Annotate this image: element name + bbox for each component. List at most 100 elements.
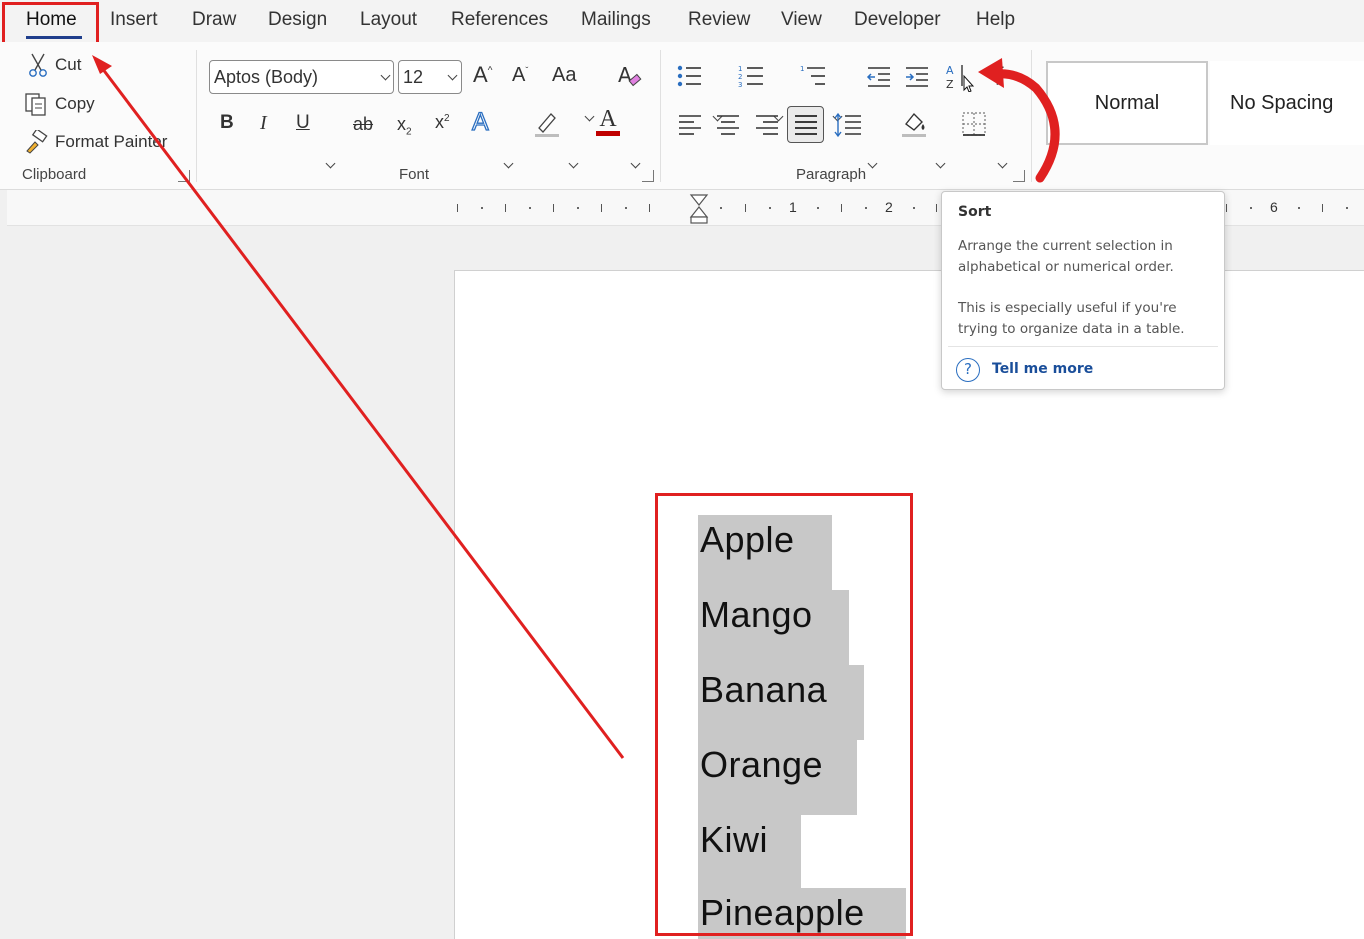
group-separator (196, 50, 197, 182)
svg-text:A: A (618, 63, 632, 87)
help-icon[interactable]: ? (956, 358, 980, 382)
paragraph-group-label: Paragraph (796, 166, 867, 183)
tab-insert[interactable]: Insert (110, 9, 158, 31)
chevron-down-icon[interactable] (584, 111, 595, 122)
decrease-indent-icon[interactable] (866, 66, 892, 88)
tab-mailings[interactable]: Mailings (581, 9, 651, 31)
clear-formatting-button[interactable]: A (616, 62, 644, 90)
indent-marker-icon[interactable] (689, 193, 709, 225)
chevron-down-icon[interactable] (935, 158, 946, 169)
align-left-icon[interactable] (678, 114, 702, 136)
ruler-tick (745, 204, 746, 212)
highlight-color-button[interactable] (533, 110, 561, 138)
ruler-dot (1250, 207, 1252, 209)
align-right-icon[interactable] (755, 114, 779, 136)
copy-icon (25, 93, 46, 116)
highlighter-icon (535, 113, 559, 137)
align-center-icon[interactable] (716, 114, 740, 136)
chevron-down-icon[interactable] (997, 158, 1008, 169)
shrink-font-icon: Aˇ (512, 64, 529, 86)
ruler-number: 6 (1270, 199, 1278, 215)
bold-icon: B (220, 112, 234, 133)
tab-help[interactable]: Help (976, 9, 1015, 31)
font-group-label: Font (399, 166, 430, 183)
shrink-font-button[interactable]: Aˇ (512, 64, 528, 87)
svg-text:3: 3 (738, 81, 742, 88)
text-effects-icon: A (471, 107, 489, 136)
tab-review[interactable]: Review (688, 9, 750, 31)
bold-button[interactable]: B (220, 112, 234, 134)
style-normal[interactable]: Normal (1046, 61, 1208, 145)
font-size-dropdown[interactable]: 12 (398, 60, 462, 94)
format-painter-button[interactable]: Format Painter (24, 130, 167, 154)
grow-font-icon: A^ (473, 62, 493, 87)
underline-button[interactable]: U (296, 112, 310, 134)
svg-text:1: 1 (738, 65, 742, 73)
font-launcher-icon[interactable] (642, 170, 654, 182)
sort-icon[interactable]: A Z (944, 62, 978, 92)
line-spacing-icon[interactable] (834, 112, 862, 138)
paintbrush-icon (26, 130, 48, 154)
style-no-spacing[interactable]: No Spacing (1210, 61, 1364, 145)
show-formatting-button[interactable]: ¶ (992, 62, 1004, 88)
svg-text:A: A (946, 64, 954, 77)
copy-label: Copy (55, 94, 95, 113)
tab-developer[interactable]: Developer (854, 9, 941, 31)
subscript-button[interactable]: x2 (397, 114, 412, 138)
tooltip-title: Sort (958, 204, 992, 220)
group-separator (1031, 50, 1032, 182)
tab-references[interactable]: References (451, 9, 548, 31)
subscript-icon: x2 (397, 114, 412, 138)
style-normal-label: Normal (1094, 91, 1160, 114)
borders-icon[interactable] (962, 112, 988, 138)
grow-font-button[interactable]: A^ (473, 62, 492, 88)
ribbon-tabs: Home Insert Draw Design Layout Reference… (0, 0, 1364, 42)
clipboard-launcher-icon[interactable] (178, 170, 190, 182)
multilevel-list-icon[interactable]: 1 (800, 64, 826, 88)
tab-design[interactable]: Design (268, 9, 327, 31)
sort-tooltip: Sort Arrange the current selection in al… (941, 191, 1225, 390)
tab-view[interactable]: View (781, 9, 822, 31)
italic-button[interactable]: I (260, 112, 267, 135)
ruler-dot (529, 207, 531, 209)
paragraph-launcher-icon[interactable] (1013, 170, 1025, 182)
increase-indent-icon[interactable] (904, 66, 930, 88)
tab-layout[interactable]: Layout (360, 9, 417, 31)
ruler-dot (720, 207, 722, 209)
chevron-down-icon[interactable] (325, 158, 336, 169)
shading-icon[interactable] (900, 110, 928, 138)
font-name-value: Aptos (Body) (214, 67, 319, 87)
chevron-down-icon[interactable] (568, 158, 579, 169)
cut-button[interactable]: Cut (26, 52, 81, 78)
font-color-icon: A (599, 106, 617, 132)
ruler-tick (457, 204, 458, 212)
ruler-dot (577, 207, 579, 209)
ruler-tick (649, 204, 650, 212)
numbering-icon[interactable]: 123 (738, 64, 764, 88)
tell-me-more-link[interactable]: Tell me more (992, 361, 1093, 377)
chevron-down-icon[interactable] (867, 158, 878, 169)
superscript-button[interactable]: x2 (435, 112, 450, 133)
tab-draw[interactable]: Draw (192, 9, 236, 31)
change-case-button[interactable]: Aa (552, 64, 576, 87)
ruler-tick (936, 204, 937, 212)
font-size-value: 12 (403, 67, 424, 87)
tooltip-description-extra: This is especially useful if you're tryi… (958, 300, 1185, 337)
chevron-down-icon[interactable] (630, 158, 641, 169)
scissors-icon (29, 53, 47, 77)
style-no-spacing-label: No Spacing (1230, 91, 1334, 114)
ruler-dot (913, 207, 915, 209)
svg-text:Z: Z (946, 78, 954, 91)
ruler-dot (865, 207, 867, 209)
bullets-icon[interactable] (676, 64, 702, 88)
copy-button[interactable]: Copy (24, 91, 95, 117)
text-effects-button[interactable]: A (471, 107, 489, 137)
strikethrough-button[interactable]: ab (353, 114, 373, 135)
svg-text:2: 2 (738, 73, 742, 81)
font-name-dropdown[interactable]: Aptos (Body) (209, 60, 394, 94)
chevron-down-icon (447, 70, 458, 81)
font-color-button[interactable]: A (596, 106, 620, 136)
superscript-icon: x2 (435, 112, 450, 132)
justify-button[interactable] (787, 106, 824, 143)
chevron-down-icon[interactable] (503, 158, 514, 169)
